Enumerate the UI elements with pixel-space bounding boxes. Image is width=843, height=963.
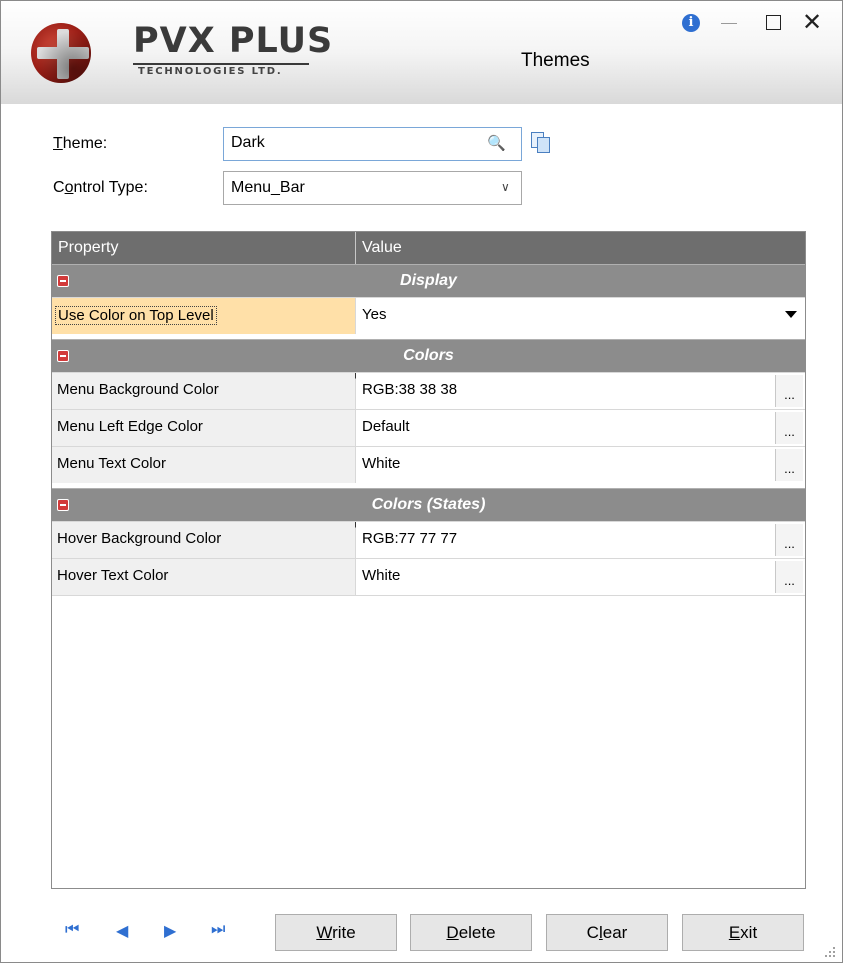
ellipsis-button[interactable]: ... bbox=[775, 412, 803, 444]
table-row[interactable]: Hover Background Color RGB:77 77 77 ... bbox=[52, 521, 805, 558]
logo-title: PVX PLUS bbox=[133, 21, 334, 61]
property-name: Hover Background Color bbox=[57, 530, 222, 547]
property-value[interactable]: Default bbox=[362, 418, 410, 435]
property-name: Menu Text Color bbox=[57, 455, 166, 472]
chevron-down-icon[interactable]: ∨ bbox=[501, 180, 510, 194]
delete-button[interactable]: Delete bbox=[410, 914, 532, 951]
section-display[interactable]: Display bbox=[52, 264, 805, 297]
ellipsis-button[interactable]: ... bbox=[775, 561, 803, 593]
section-title: Display bbox=[400, 272, 457, 289]
ellipsis-button[interactable]: ... bbox=[775, 524, 803, 556]
property-value[interactable]: White bbox=[362, 567, 400, 584]
minimize-button[interactable] bbox=[721, 23, 737, 24]
property-value[interactable]: RGB:77 77 77 bbox=[362, 530, 457, 547]
logo-underline bbox=[133, 63, 309, 65]
table-row[interactable]: Menu Text Color White ... bbox=[52, 446, 805, 483]
section-title: Colors bbox=[403, 347, 454, 364]
table-row[interactable]: Use Color on Top Level Yes bbox=[52, 297, 805, 334]
first-record-icon[interactable]: ⏮ bbox=[65, 921, 79, 939]
dropdown-arrow-icon[interactable] bbox=[785, 311, 797, 318]
logo-subtitle: TECHNOLOGIES LTD. bbox=[138, 66, 283, 77]
title-bar[interactable]: PVX PLUS TECHNOLOGIES LTD. Themes i ✕ bbox=[1, 1, 842, 104]
property-value[interactable]: RGB:38 38 38 bbox=[362, 381, 457, 398]
column-header-value[interactable]: Value bbox=[362, 239, 402, 257]
exit-button[interactable]: Exit bbox=[682, 914, 804, 951]
theme-value: Dark bbox=[231, 134, 265, 151]
property-name: Menu Left Edge Color bbox=[57, 418, 203, 435]
maximize-button[interactable] bbox=[766, 15, 781, 30]
table-row[interactable]: Hover Text Color White ... bbox=[52, 558, 805, 596]
property-name: Hover Text Color bbox=[57, 567, 169, 584]
property-name: Use Color on Top Level bbox=[55, 306, 217, 325]
previous-record-icon[interactable]: ◀ bbox=[116, 921, 128, 941]
info-icon[interactable]: i bbox=[682, 14, 700, 32]
property-name: Menu Background Color bbox=[57, 381, 219, 398]
binoculars-lookup-icon[interactable]: 🔍 bbox=[487, 134, 506, 152]
ellipsis-button[interactable]: ... bbox=[775, 449, 803, 481]
copy-icon[interactable] bbox=[531, 132, 550, 153]
theme-input[interactable]: Dark 🔍 bbox=[223, 127, 522, 161]
table-row[interactable]: Menu Left Edge Color Default ... bbox=[52, 409, 805, 446]
close-button[interactable]: ✕ bbox=[802, 10, 822, 34]
last-record-icon[interactable]: ⏭ bbox=[211, 921, 225, 939]
window-title: Themes bbox=[521, 50, 590, 71]
section-colors-states[interactable]: Colors (States) bbox=[52, 488, 805, 521]
property-value[interactable]: Yes bbox=[362, 306, 386, 323]
ellipsis-button[interactable]: ... bbox=[775, 375, 803, 407]
resize-grip-icon[interactable] bbox=[825, 947, 837, 959]
pvx-globe-logo-icon bbox=[31, 23, 91, 83]
theme-label: Theme: bbox=[53, 135, 108, 152]
property-grid[interactable]: Property Value Display Use Color on Top … bbox=[51, 231, 806, 889]
property-value[interactable]: White bbox=[362, 455, 400, 472]
section-title: Colors (States) bbox=[371, 496, 486, 513]
grid-header: Property Value bbox=[52, 232, 805, 264]
column-header-property[interactable]: Property bbox=[58, 239, 118, 257]
control-type-select[interactable]: Menu_Bar ∨ bbox=[223, 171, 522, 205]
table-row[interactable]: Menu Background Color RGB:38 38 38 ... bbox=[52, 372, 805, 409]
section-colors[interactable]: Colors bbox=[52, 339, 805, 372]
control-type-value: Menu_Bar bbox=[231, 179, 305, 196]
write-button[interactable]: Write bbox=[275, 914, 397, 951]
next-record-icon[interactable]: ▶ bbox=[164, 921, 176, 941]
themes-window: PVX PLUS TECHNOLOGIES LTD. Themes i ✕ Th… bbox=[0, 0, 843, 963]
control-type-label: Control Type: bbox=[53, 179, 148, 196]
clear-button[interactable]: Clear bbox=[546, 914, 668, 951]
